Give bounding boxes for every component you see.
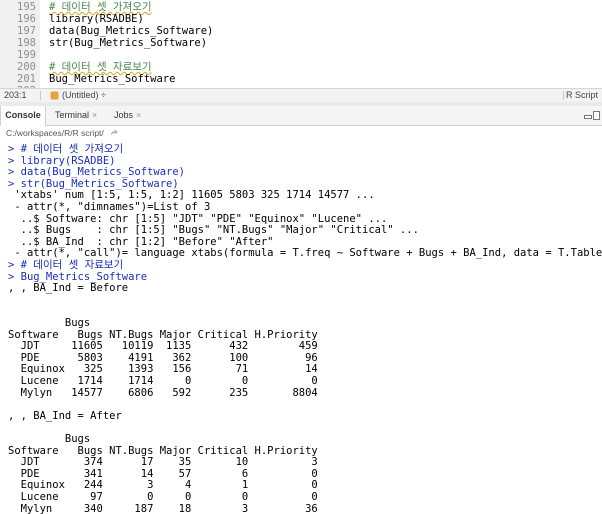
- console-output-line: ..$ Bugs : chr [1:5] "Bugs" "NT.Bugs" "M…: [8, 224, 419, 237]
- console-tab-bar: Console Terminal × Jobs ×: [0, 106, 602, 126]
- status-divider: [563, 91, 564, 100]
- file-type-selector[interactable]: R Script: [566, 89, 598, 102]
- line-number: 195: [17, 1, 36, 13]
- tab-terminal[interactable]: Terminal ×: [55, 106, 97, 125]
- console-output-line: ..$ Software: chr [1:5] "JDT" "PDE" "Equ…: [8, 212, 388, 225]
- tab-console-label: Console: [5, 110, 41, 120]
- console-output-line: PDE 5803 4191 362 100 96: [8, 351, 318, 364]
- script-editor[interactable]: 195 # 데이터 셋 가져오기 196 library(RSADBE) 197 data…: [0, 0, 602, 88]
- code-text: library(RSADBE): [49, 13, 144, 25]
- code-text: data(Bug_Metrics_Software): [49, 25, 214, 37]
- console-command-line: > library(RSADBE): [8, 154, 116, 167]
- console-output-line: Bugs: [8, 433, 91, 445]
- console-output-line: Software Bugs NT.Bugs Major Critical H.P…: [8, 328, 318, 341]
- line-number: 198: [17, 37, 36, 49]
- tab-jobs[interactable]: Jobs ×: [114, 106, 141, 125]
- console-command-line: > str(Bug_Metrics_Software): [8, 177, 179, 190]
- close-icon[interactable]: ×: [92, 110, 97, 120]
- console-output-line: Lucene 1714 1714 0 0 0: [8, 375, 318, 387]
- console-command-line: > # 데이터 셋 자료보기: [8, 259, 124, 271]
- editor-line: 196 library(RSADBE): [0, 13, 602, 25]
- editor-line: 198 str(Bug_Metrics_Software): [0, 37, 602, 49]
- editor-line: 201 Bug_Metrics_Software: [0, 73, 602, 85]
- cursor-position: 203:1: [4, 90, 27, 100]
- line-number: 197: [17, 25, 36, 37]
- working-directory-bar: C:/workspaces/R/R script/: [0, 126, 602, 140]
- minimize-pane-icon[interactable]: [584, 110, 600, 121]
- code-text: str(Bug_Metrics_Software): [49, 37, 208, 49]
- r-file-icon: [50, 91, 59, 100]
- console-output-line: , , BA_Ind = After: [8, 409, 122, 422]
- console-output-line: Equinox 244 3 4 1 0: [8, 479, 318, 492]
- editor-line: 195 # 데이터 셋 가져오기: [0, 1, 602, 13]
- console-output-line: - attr(*, "call")= language xtabs(formul…: [8, 247, 602, 260]
- console-output-line: Equinox 325 1393 156 71 14: [8, 363, 318, 376]
- console-output-line: - attr(*, "dimnames")=List of 3: [8, 201, 211, 213]
- editor-line: 199: [0, 49, 602, 61]
- scope-selector[interactable]: (Untitled) ÷: [62, 89, 106, 102]
- editor-line: 200 # 데이터 셋 자료보기: [0, 61, 602, 73]
- console-output-line: Mylyn 14577 6806 592 235 8804: [8, 386, 318, 399]
- close-icon[interactable]: ×: [136, 110, 141, 120]
- console-output-line: ..$ BA_Ind : chr [1:2] "Before" "After": [8, 235, 274, 248]
- line-number: 201: [17, 73, 36, 85]
- tab-console[interactable]: Console: [0, 106, 46, 126]
- console-output-line: JDT 374 17 35 10 3: [8, 456, 318, 469]
- working-directory-path: C:/workspaces/R/R script/: [6, 128, 104, 138]
- line-number: 196: [17, 13, 36, 25]
- line-number: 199: [17, 49, 36, 61]
- console-output-line: Software Bugs NT.Bugs Major Critical H.P…: [8, 444, 318, 457]
- console-command-line: > # 데이터 셋 가져오기: [8, 143, 124, 155]
- console-output-line: , , BA_Ind = Before: [8, 282, 129, 295]
- code-comment: # 데이터 셋 자료보기: [49, 61, 152, 73]
- code-comment: # 데이터 셋 가져오기: [49, 1, 152, 13]
- console-output-line: Bugs: [8, 317, 91, 329]
- editor-line: 197 data(Bug_Metrics_Software): [0, 25, 602, 37]
- editor-status-bar: 203:1 (Untitled) ÷ R Script: [0, 88, 602, 103]
- code-text: Bug_Metrics_Software: [49, 73, 176, 85]
- console-command-line: > data(Bug_Metrics_Software): [8, 166, 186, 179]
- console-output-line: 'xtabs' num [1:5, 1:5, 1:2] 11605 5803 3…: [8, 189, 375, 202]
- tab-terminal-label: Terminal: [55, 110, 90, 120]
- console-output-line: Lucene 97 0 0 0 0: [8, 491, 318, 503]
- go-to-directory-icon[interactable]: [110, 129, 119, 137]
- console-output-line: PDE 341 14 57 6 0: [8, 467, 318, 480]
- console-output[interactable]: > # 데이터 셋 가져오기 > library(RSADBE) > data(Bu…: [0, 141, 602, 514]
- tab-jobs-label: Jobs: [114, 110, 134, 120]
- console-command-line: > Bug_Metrics_Software: [8, 270, 148, 283]
- line-number: 200: [17, 61, 36, 73]
- console-output-line: Mylyn 340 187 18 3 36: [8, 502, 318, 514]
- status-divider: [40, 91, 41, 100]
- console-output-line: JDT 11605 10119 1135 432 459: [8, 340, 318, 353]
